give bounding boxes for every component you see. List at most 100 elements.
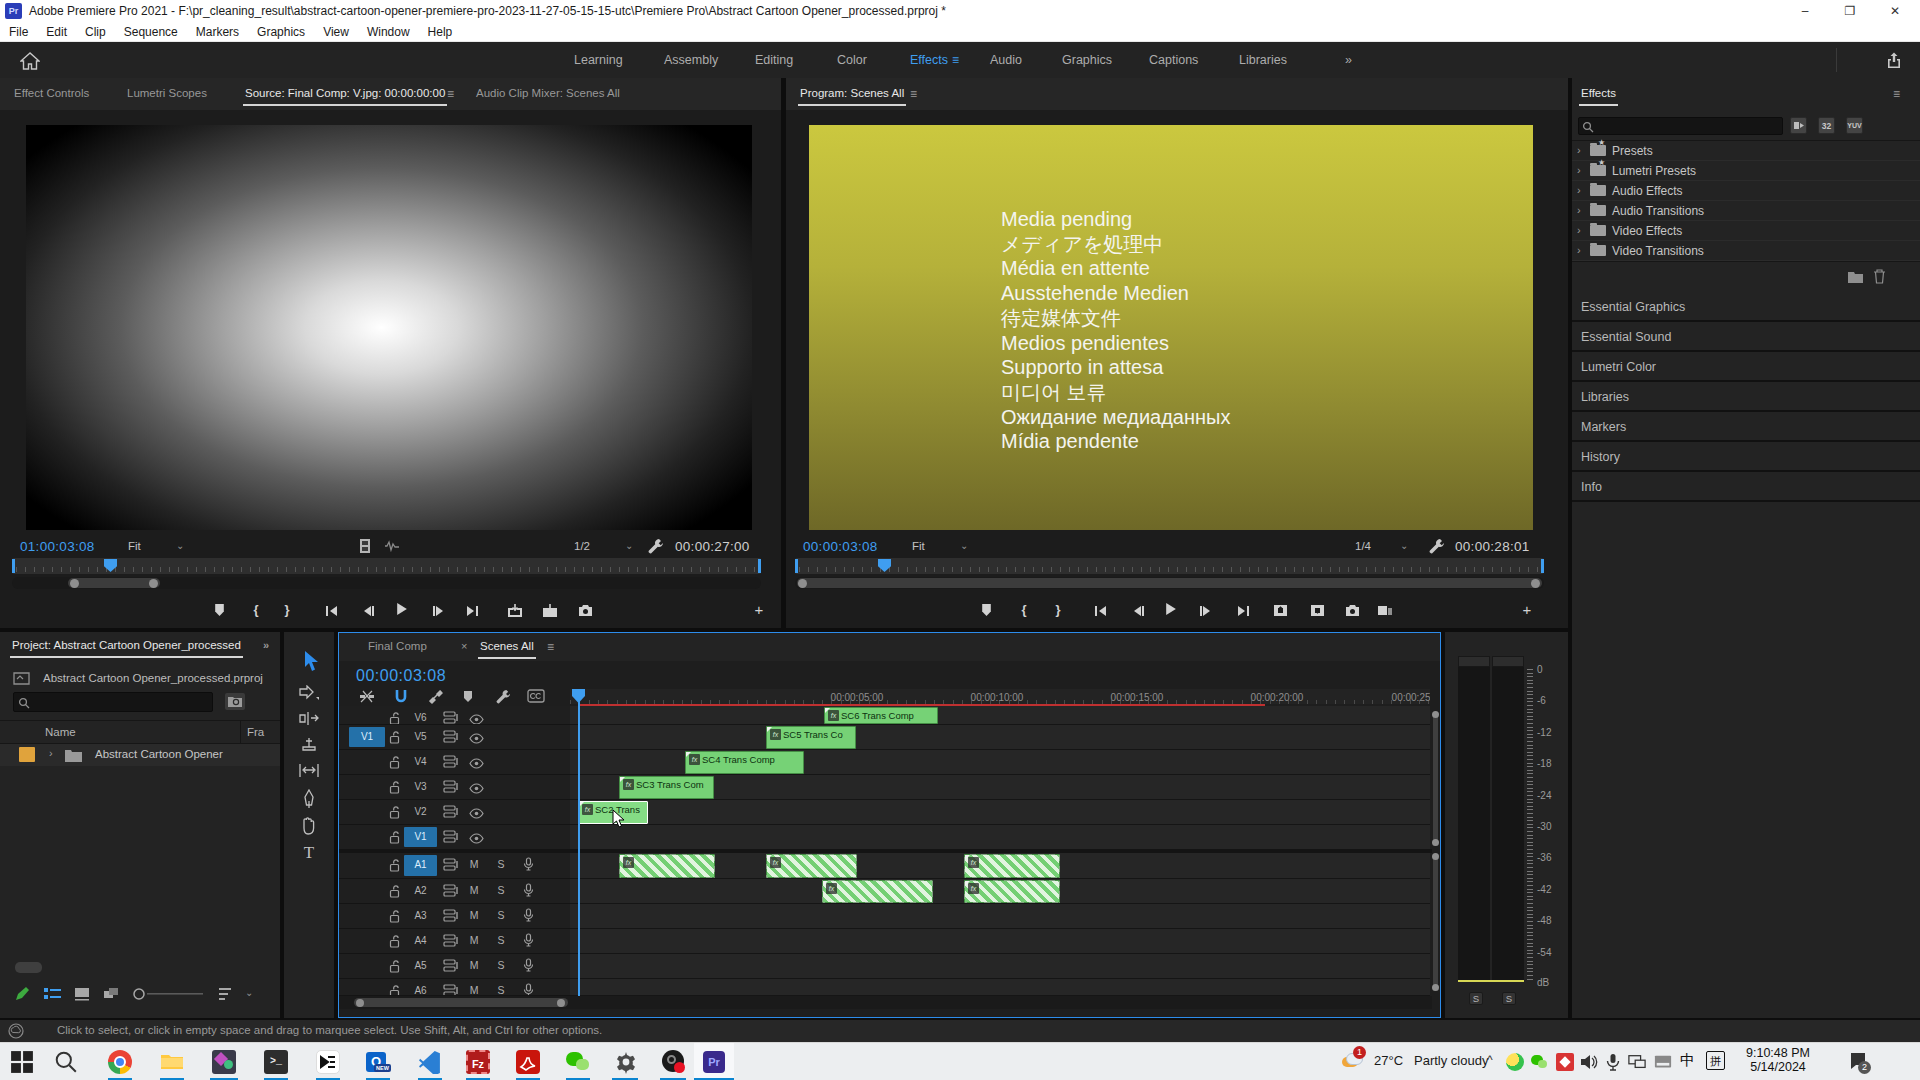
red-tray-icon[interactable]: [1556, 1053, 1574, 1071]
mute-button[interactable]: M: [467, 984, 481, 996]
voiceover-mic-icon[interactable]: [523, 983, 534, 996]
audio-track-lane[interactable]: [570, 929, 1430, 954]
column-name[interactable]: Name: [45, 726, 76, 738]
filezilla-icon[interactable]: Fz: [466, 1050, 490, 1074]
track-target-box[interactable]: A2: [404, 881, 437, 901]
workspace-overflow[interactable]: »: [1345, 53, 1352, 67]
menu-item[interactable]: Window: [358, 23, 419, 39]
track-target-box[interactable]: V1: [404, 827, 437, 847]
audio-track-lane[interactable]: [570, 904, 1430, 929]
acrobat-icon[interactable]: [516, 1050, 540, 1074]
collapsed-panel-header[interactable]: Info: [1572, 472, 1920, 502]
lock-icon[interactable]: [389, 830, 400, 848]
terminal-icon[interactable]: >_: [264, 1050, 288, 1074]
menu-item[interactable]: File: [0, 23, 37, 39]
accelerated-effects-icon[interactable]: [1790, 117, 1807, 134]
settings-gear-icon[interactable]: [614, 1050, 638, 1074]
add-marker-icon[interactable]: [975, 603, 997, 619]
sync-lock-icon[interactable]: [443, 933, 459, 951]
effects-folder-row[interactable]: › Audio Transitions: [1572, 201, 1920, 221]
nest-toggle-icon[interactable]: [359, 689, 377, 705]
play-icon[interactable]: [1159, 602, 1181, 618]
voiceover-mic-icon[interactable]: [523, 857, 534, 876]
settings-wrench-icon[interactable]: [1429, 538, 1445, 554]
vscode-icon[interactable]: [418, 1050, 442, 1074]
vscroll-handle-top[interactable]: [1432, 711, 1439, 718]
effects-panel-menu-icon[interactable]: ≡: [1893, 87, 1900, 101]
collapsed-panel-header[interactable]: Essential Sound: [1572, 322, 1920, 352]
type-tool[interactable]: T: [295, 843, 323, 867]
go-to-out-icon[interactable]: [1232, 603, 1254, 619]
source-patch-box[interactable]: [349, 802, 385, 822]
capcut-icon[interactable]: [316, 1050, 340, 1074]
source-resolution-dropdown[interactable]: 1/2: [574, 540, 590, 552]
program-tab[interactable]: Program: Scenes All: [800, 87, 904, 99]
timeline-settings-wrench-icon[interactable]: [496, 689, 514, 705]
track-target-box[interactable]: V3: [404, 777, 437, 797]
effects-folder-row[interactable]: › Audio Effects: [1572, 181, 1920, 201]
effects-search-input[interactable]: [1578, 117, 1783, 135]
vscroll-handle-top2[interactable]: [1432, 853, 1439, 860]
program-resolution-dropdown[interactable]: 1/4: [1355, 540, 1371, 552]
source-patch-box[interactable]: V1: [349, 727, 385, 747]
lock-icon[interactable]: [389, 884, 400, 902]
audio-clip[interactable]: fx: [619, 854, 715, 878]
timeline-timecode[interactable]: 00:00:03:08: [356, 667, 446, 685]
lock-icon[interactable]: [389, 711, 400, 725]
solo-button[interactable]: S: [494, 959, 508, 971]
ime-pinyin-indicator[interactable]: 拼: [1706, 1051, 1725, 1070]
source-patch-box[interactable]: [349, 752, 385, 772]
sequence-tab-final-comp[interactable]: Final Comp: [368, 640, 427, 652]
lock-icon[interactable]: [389, 730, 400, 748]
snap-magnet-icon[interactable]: [394, 689, 412, 705]
program-timecode[interactable]: 00:00:03:08: [803, 539, 878, 554]
close-button[interactable]: ✕: [1885, 2, 1905, 20]
pen-tool[interactable]: [295, 789, 323, 813]
track-visibility-eye-icon[interactable]: [469, 780, 484, 798]
collapsed-panel-header[interactable]: Libraries: [1572, 382, 1920, 412]
collapsed-panel-header[interactable]: Markers: [1572, 412, 1920, 442]
export-frame-icon[interactable]: [574, 603, 596, 619]
obs-icon[interactable]: [662, 1050, 686, 1074]
sync-lock-icon[interactable]: [443, 983, 459, 996]
microphone-tray-icon[interactable]: [1604, 1053, 1622, 1071]
step-forward-icon[interactable]: [427, 603, 449, 619]
sequence-tab-scenes-all[interactable]: Scenes All: [480, 640, 534, 652]
export-share-icon[interactable]: [1884, 51, 1904, 71]
mute-button[interactable]: M: [467, 909, 481, 921]
new-folder-icon[interactable]: [1847, 270, 1864, 284]
voiceover-mic-icon[interactable]: [523, 883, 534, 902]
label-color-swatch[interactable]: [19, 747, 35, 762]
outlook-icon[interactable]: ONEW: [366, 1050, 390, 1074]
list-view-icon[interactable]: [43, 987, 62, 1001]
sync-lock-icon[interactable]: [443, 779, 459, 797]
mute-button[interactable]: M: [467, 934, 481, 946]
effects-folder-row[interactable]: › ★ Presets: [1572, 141, 1920, 161]
slip-tool[interactable]: [295, 763, 323, 787]
sync-lock-icon[interactable]: [443, 710, 459, 725]
track-target-box[interactable]: V2: [404, 802, 437, 822]
timeline-vscrollbar-audio[interactable]: [1433, 855, 1438, 991]
video-track-lane[interactable]: [570, 800, 1430, 825]
delete-trash-icon[interactable]: [1873, 269, 1886, 284]
workspace-tab[interactable]: Effects: [910, 53, 948, 67]
minimize-button[interactable]: –: [1795, 2, 1815, 20]
audio-track-lane[interactable]: [570, 954, 1430, 979]
taskbar-search-icon[interactable]: [54, 1050, 78, 1074]
lock-icon[interactable]: [389, 984, 400, 996]
restore-button[interactable]: ❐: [1840, 2, 1860, 20]
button-editor-icon[interactable]: +: [748, 601, 770, 617]
menu-item[interactable]: Help: [419, 23, 462, 39]
vscroll-handle-bottom[interactable]: [1432, 839, 1439, 846]
hand-tool[interactable]: [295, 816, 323, 840]
video-clip[interactable]: fx SC6 Trans Comp: [824, 707, 938, 724]
program-panel-menu-icon[interactable]: ≡: [910, 87, 917, 101]
project-writable-icon[interactable]: [13, 672, 30, 685]
audio-clip[interactable]: fx: [766, 854, 857, 878]
creative-cloud-icon[interactable]: [8, 1023, 24, 1039]
menu-item[interactable]: Markers: [187, 23, 248, 39]
video-track-lane[interactable]: [570, 706, 1430, 725]
notification-center-icon[interactable]: 2: [1848, 1051, 1868, 1071]
linked-selection-icon[interactable]: [428, 689, 446, 705]
insert-icon[interactable]: [504, 603, 526, 619]
